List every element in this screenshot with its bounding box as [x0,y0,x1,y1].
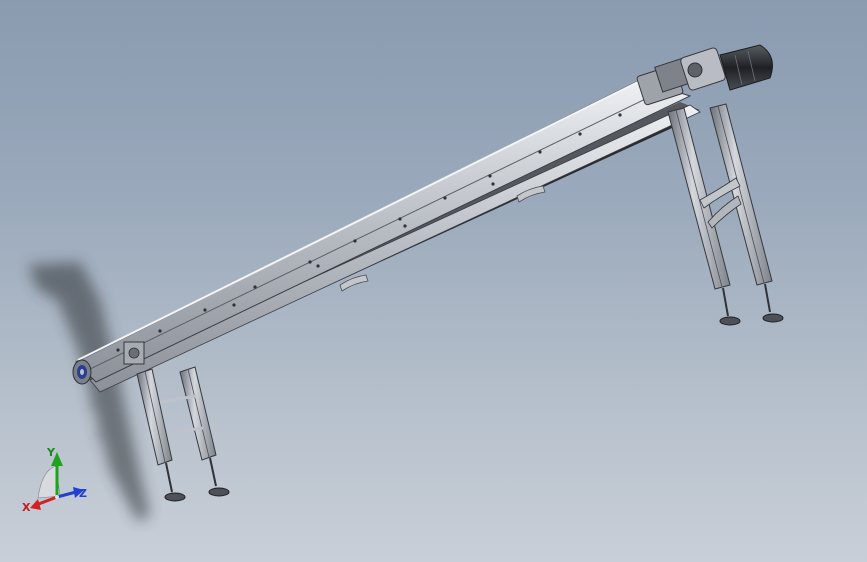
left-leg-assembly[interactable] [136,366,230,502]
drive-motor[interactable] [636,44,773,106]
left-leg-feet [164,457,230,502]
z-axis-label: Z [79,487,87,500]
triad-origin [55,495,59,499]
cad-viewport[interactable]: Y X Z [0,0,867,562]
x-axis-arrow-icon [30,499,41,510]
y-axis-label: Y [46,446,56,459]
right-leg-assembly[interactable] [667,103,784,326]
right-leg-feet [719,283,784,326]
conveyor-model[interactable]: Y X Z [0,0,867,562]
orientation-triad[interactable]: Y X Z [22,446,87,514]
conveyor-frame[interactable] [75,79,701,393]
x-axis-label: X [22,501,31,514]
